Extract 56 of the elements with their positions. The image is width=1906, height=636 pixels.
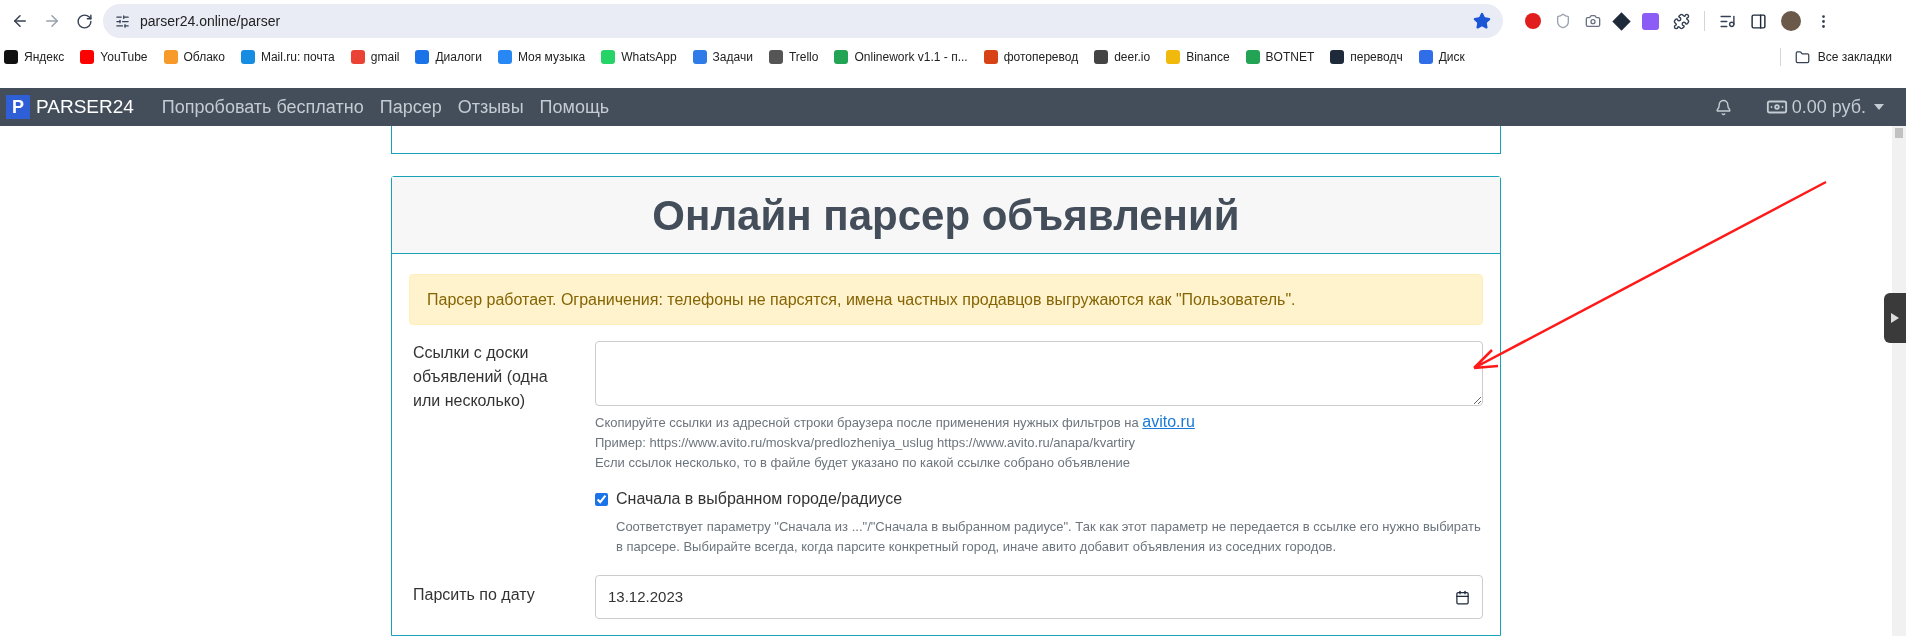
nav-link[interactable]: Отзывы (457, 93, 524, 121)
nav-link[interactable]: Попробовать бесплатно (161, 93, 364, 121)
nav-link[interactable]: Парсер (379, 93, 442, 121)
field-label: Парсить по дату (412, 585, 536, 605)
url-text: parser24.online/parser (140, 11, 282, 31)
side-tab[interactable] (1884, 293, 1906, 343)
nav-link[interactable]: Помощь (539, 93, 610, 121)
card-title: Онлайн парсер объявлений (652, 190, 1240, 241)
bookmark-link[interactable]: Диск (1438, 48, 1465, 66)
bookmark-link[interactable]: Mail.ru: почта (260, 48, 335, 66)
logo-icon[interactable]: P (6, 95, 30, 119)
date-field[interactable]: 13.12.2023 (595, 575, 1483, 619)
folder-icon (1794, 49, 1810, 65)
all-bookmarks-link[interactable]: Все закладки (1817, 48, 1892, 66)
shield-icon[interactable] (1555, 13, 1571, 29)
caret-icon (1874, 104, 1884, 110)
side-panel-icon[interactable] (1750, 12, 1767, 30)
bookmark-link[interactable]: Облако (183, 48, 225, 66)
bookmark-link[interactable]: Binance (1186, 48, 1230, 66)
reload-icon[interactable] (76, 12, 93, 30)
checkbox-label: Сначала в выбранном городе/радиусе (616, 489, 903, 509)
city-first-checkbox[interactable] (595, 492, 608, 506)
bookmark-link[interactable]: Яндекс (24, 48, 65, 66)
bookmark-link[interactable]: фотоперевод (1003, 48, 1079, 66)
play-icon (1891, 313, 1899, 323)
forward-icon[interactable] (43, 12, 61, 30)
field-label: Ссылки с доски объявлений (одна или несколько) (412, 343, 549, 411)
balance-dropdown[interactable]: 0.00 руб. (1791, 93, 1884, 121)
help-text: Пример: https://www.avito.ru/moskva/predlozheniya_uslug https://www.avito.ru/anapa/kvartiry (595, 434, 1136, 452)
checkbox-description: Соответствует параметру "Сначала из ..."/"Сначала в выбранном радиусе". Так как этот параметр не передается в ссылке его нужно выбирать в парсере. Выбирайте всегда, когда парсите конкретный город, иначе авито добавит объявления из соседних городов. (616, 518, 1482, 556)
bookmark-link[interactable]: Моя музыка (517, 48, 586, 66)
extensions-icon[interactable] (1673, 12, 1690, 30)
camera-icon[interactable] (1585, 13, 1601, 29)
bookmark-link[interactable]: Диалоги (435, 48, 482, 66)
address-bar[interactable]: parser24.online/parser (103, 4, 1503, 38)
bookmark-link[interactable]: deer.io (1114, 48, 1151, 66)
site-info-icon[interactable] (115, 13, 130, 29)
back-icon[interactable] (11, 12, 29, 30)
bookmark-link[interactable]: YouTube (100, 48, 148, 66)
avito-link[interactable]: avito.ru (1142, 413, 1195, 430)
help-text: Если ссылок несколько, то в файле будет указано по какой ссылке собрано объявление (595, 454, 1132, 472)
bookmark-link[interactable]: переводч (1350, 48, 1403, 66)
brand-link[interactable]: PARSER24 (36, 92, 134, 122)
bookmark-link[interactable]: gmail (370, 48, 400, 66)
avatar-icon[interactable] (1781, 11, 1801, 31)
calendar-icon[interactable] (1455, 589, 1470, 605)
bookmark-link[interactable]: Onlinework v1.1 - п... (854, 48, 968, 66)
bookmark-star-icon[interactable] (1473, 12, 1491, 30)
bookmark-link[interactable]: WhatsApp (621, 48, 677, 66)
notification-bell-icon[interactable] (1714, 98, 1732, 116)
warning-alert: Парсер работает. Ограничения: телефоны не парсятся, имена частных продавцов выгружаются как "Пользователь". (409, 274, 1483, 325)
scrollbar[interactable] (1892, 126, 1906, 636)
bookmark-link[interactable]: Задачи (712, 48, 753, 66)
bookmark-link[interactable]: Trello (788, 48, 819, 66)
help-text: Скопируйте ссылки из адресной строки браузера после применения нужных фильтров на avito.ru (595, 412, 1196, 432)
bookmark-link[interactable]: BOTNET (1265, 48, 1315, 66)
